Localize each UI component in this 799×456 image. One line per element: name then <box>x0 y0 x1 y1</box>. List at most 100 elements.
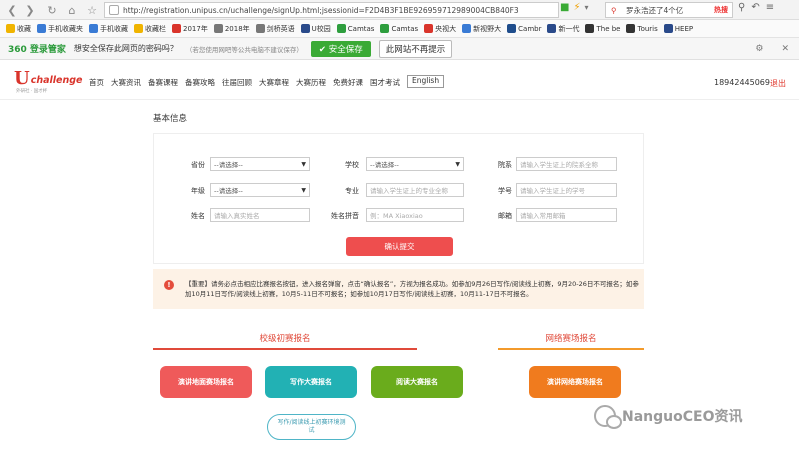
search-icon[interactable]: ⚲ <box>738 2 745 13</box>
bookmark-item[interactable]: 收藏栏 <box>134 24 166 34</box>
bookmark-icon <box>585 24 595 33</box>
search-icon: ⚲ <box>611 5 617 15</box>
bookmark-item[interactable]: 新一代 <box>547 24 579 34</box>
password-save-bar: 360 登录管家 想安全保存此网页的密码吗？ （若您使用网吧等公共电脑不建议保存… <box>0 38 799 60</box>
watermark: NanguoCEO资讯 <box>594 405 742 429</box>
never-prompt-button[interactable]: 此网站不再提示 <box>378 39 453 58</box>
nav-item[interactable]: 大赛资讯 <box>111 77 141 88</box>
bookmark-item[interactable]: U校园 <box>300 24 331 34</box>
bookmark-icon <box>424 24 434 33</box>
school-select[interactable]: --请选择-- ▼ <box>366 157 464 171</box>
shield-icon[interactable]: ■ <box>560 2 569 13</box>
bookmark-item[interactable]: 央视大 <box>424 24 456 34</box>
gear-icon[interactable]: ⚙ <box>755 44 763 54</box>
search-input[interactable]: ⚲ 罗永浩还了4个亿 热搜 <box>605 2 733 18</box>
pinyin-input[interactable]: 例：MA Xiaoxiao <box>366 208 464 222</box>
bookmark-icon <box>37 24 46 33</box>
grade-label: 年级 <box>191 187 205 195</box>
chevron-down-icon[interactable]: ▾ <box>584 3 588 12</box>
notice-text: 【重要】请务必点击相应比赛报名按钮，进入报名弹窗，点击“确认报名”，方视为报名成… <box>185 280 639 298</box>
writing-register-button[interactable]: 写作大赛报名 <box>265 366 357 398</box>
undo-icon[interactable]: ↶ <box>751 2 759 13</box>
logo-letter: U <box>14 68 30 89</box>
nav-item[interactable]: 大赛章程 <box>259 77 289 88</box>
nav-item[interactable]: 备赛攻略 <box>185 77 215 88</box>
logout-link[interactable]: 退出 <box>770 78 786 89</box>
notice-box: ! 【重要】请务必点击相应比赛报名按钮，进入报名弹窗，点击“确认报名”，方视为报… <box>153 269 644 309</box>
bookmark-label: 新视野大 <box>473 24 502 33</box>
email-input[interactable]: 请输入常用邮箱 <box>516 208 617 222</box>
bookmark-item[interactable]: 2018年 <box>213 24 250 34</box>
section-title: 基本信息 <box>153 114 188 124</box>
bookmark-item[interactable]: HEEP <box>663 24 693 33</box>
url-text: http://registration.unipus.cn/uchallenge… <box>123 5 519 15</box>
close-icon[interactable]: ✕ <box>781 44 789 54</box>
english-toggle-button[interactable]: English <box>407 75 445 88</box>
bookmark-item[interactable]: 新视野大 <box>462 24 501 34</box>
speech-ground-register-button[interactable]: 演讲地面赛场报名 <box>160 366 252 398</box>
forward-icon[interactable]: ❯ <box>22 2 38 18</box>
save-password-button[interactable]: ✔ 安全保存 <box>310 40 371 57</box>
address-bar[interactable]: http://registration.unipus.cn/uchallenge… <box>104 2 559 18</box>
home-icon[interactable]: ⌂ <box>64 2 80 18</box>
reload-icon[interactable]: ↻ <box>44 2 60 18</box>
bookmark-item[interactable]: The be <box>585 24 620 33</box>
password-question: 想安全保存此网页的密码吗？ <box>73 44 178 53</box>
bookmark-item[interactable]: Camtas <box>380 24 418 33</box>
major-label: 专业 <box>345 187 359 195</box>
bookmark-icon <box>172 24 181 33</box>
grade-select[interactable]: --请选择-- ▼ <box>210 183 310 197</box>
college-label: 院系 <box>498 161 512 169</box>
bookmark-label: Touris <box>637 24 658 33</box>
bookmark-item[interactable]: 收藏 <box>6 24 31 34</box>
wechat-icon <box>594 405 622 429</box>
bookmark-icon <box>507 24 517 33</box>
reading-register-button[interactable]: 阅读大赛报名 <box>371 366 463 398</box>
nav-item[interactable]: 免费好课 <box>333 77 363 88</box>
bookmark-label: The be <box>596 24 621 33</box>
nav-item[interactable]: 往届回顾 <box>222 77 252 88</box>
bookmark-item[interactable]: Touris <box>626 24 658 33</box>
bookmark-icon <box>213 24 223 33</box>
bookmark-label: 手机收藏 <box>100 24 128 33</box>
nav-item[interactable]: 大赛历程 <box>296 77 326 88</box>
chevron-down-icon: ▼ <box>301 161 306 168</box>
bookmark-icon <box>336 24 346 33</box>
back-icon[interactable]: ❮ <box>4 2 20 18</box>
bookmark-item[interactable]: 手机收藏夹 <box>37 24 83 34</box>
star-icon[interactable]: ☆ <box>84 2 100 18</box>
browser-toolbar: ❮ ❯ ↻ ⌂ ☆ http://registration.unipus.cn/… <box>0 0 799 20</box>
college-input[interactable]: 请输入学生证上的院系全称 <box>516 157 617 171</box>
lightning-icon[interactable]: ⚡ <box>573 2 580 13</box>
bookmark-item[interactable]: 手机收藏 <box>89 24 128 34</box>
submit-button[interactable]: 确认提交 <box>346 237 453 256</box>
grade-value: --请选择-- <box>214 187 243 195</box>
bookmark-label: 2018年 <box>224 24 250 33</box>
school-value: --请选择-- <box>370 161 399 169</box>
speech-online-register-button[interactable]: 演讲网络赛场报名 <box>529 366 621 398</box>
menu-icon[interactable]: ≡ <box>766 2 774 13</box>
bookmark-item[interactable]: 2017年 <box>172 24 208 34</box>
bookmark-icon <box>134 24 143 33</box>
bookmark-icon <box>462 24 472 33</box>
name-input[interactable]: 请输入真实姓名 <box>210 208 310 222</box>
nav-item[interactable]: 备赛课程 <box>148 77 178 88</box>
bookmark-label: Camtas <box>391 24 419 33</box>
logo-subtitle: 外研社 · 国才杯 <box>16 89 48 94</box>
bookmark-icon <box>89 24 98 33</box>
student-id-input[interactable]: 请输入学生证上的学号 <box>516 183 617 197</box>
bookmark-item[interactable]: Cambr <box>507 24 541 33</box>
bookmark-item[interactable]: Camtas <box>336 24 374 33</box>
major-input[interactable]: 请输入学生证上的专业全称 <box>366 183 464 197</box>
school-label: 学校 <box>345 161 359 169</box>
chevron-down-icon: ▼ <box>301 187 306 194</box>
page-icon <box>109 5 119 15</box>
province-select[interactable]: --请选择-- ▼ <box>210 157 310 171</box>
bookmark-item[interactable]: 剑桥英语 <box>255 24 295 34</box>
nav-item[interactable]: 首页 <box>89 77 104 88</box>
environment-test-button[interactable]: 写作/阅读线上初赛环境测试 <box>267 414 356 440</box>
nav-item[interactable]: 国才考试 <box>370 77 400 88</box>
site-logo[interactable]: U challenge <box>14 70 82 88</box>
password-hint: （若您使用网吧等公共电脑不建议保存） <box>185 45 303 54</box>
bookmark-icon <box>547 24 557 33</box>
